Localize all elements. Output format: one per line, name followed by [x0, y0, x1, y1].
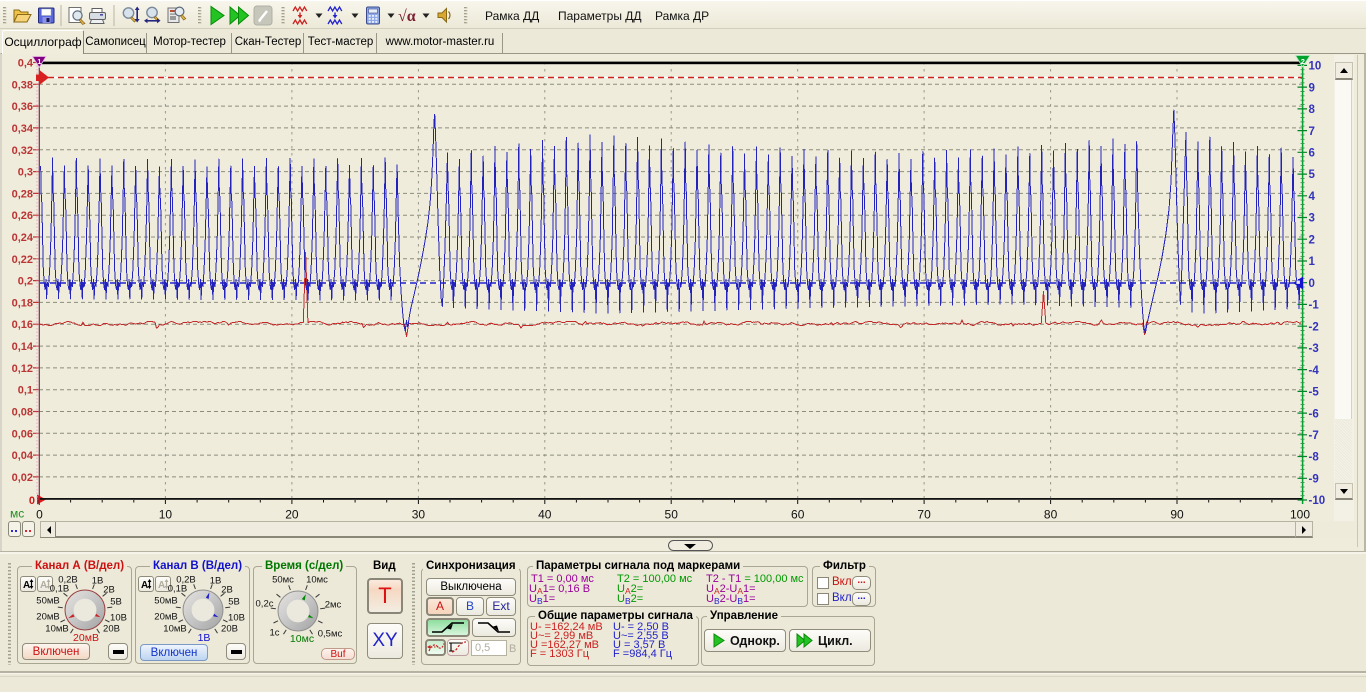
svg-text:0: 0 [36, 508, 43, 522]
svg-text:-7: -7 [1309, 430, 1319, 442]
svg-text:0,12: 0,12 [12, 363, 33, 375]
svg-text:2: 2 [1309, 234, 1315, 246]
svg-text:0,28: 0,28 [12, 188, 33, 200]
svg-text:0,32: 0,32 [12, 145, 33, 157]
svg-text:0,16: 0,16 [12, 319, 33, 331]
svg-text:A: A [40, 580, 47, 591]
svg-text:0,3: 0,3 [18, 167, 33, 179]
svg-text:0,18: 0,18 [12, 297, 33, 309]
svg-text:4: 4 [1309, 191, 1316, 203]
svg-text:3: 3 [1309, 213, 1315, 225]
svg-text:0,08: 0,08 [12, 407, 33, 419]
svg-text:100: 100 [1290, 508, 1310, 522]
svg-text:0,4: 0,4 [18, 58, 34, 70]
svg-text:-5: -5 [1309, 387, 1320, 399]
svg-text:2: 2 [1301, 57, 1305, 66]
svg-text:0,34: 0,34 [12, 123, 34, 135]
svg-text:1: 1 [37, 57, 41, 66]
svg-text:40: 40 [538, 508, 552, 522]
svg-text:A: A [23, 580, 30, 591]
svg-text:-3: -3 [1309, 343, 1319, 355]
svg-text:0,1: 0,1 [18, 385, 33, 397]
svg-text:8: 8 [1309, 104, 1316, 116]
svg-text:30: 30 [412, 508, 426, 522]
svg-text:0,22: 0,22 [12, 254, 33, 266]
svg-text:0,2: 0,2 [18, 276, 33, 288]
svg-text:0,14: 0,14 [12, 341, 34, 353]
svg-text:0: 0 [1309, 278, 1315, 290]
svg-text:10: 10 [159, 508, 173, 522]
svg-text:мс: мс [10, 507, 24, 521]
svg-text:0: 0 [29, 495, 35, 507]
svg-text:0,26: 0,26 [12, 210, 33, 222]
svg-text:A: A [158, 580, 165, 591]
svg-text:-1: -1 [1309, 300, 1320, 312]
svg-text:-10: -10 [1309, 495, 1326, 507]
svg-text:10: 10 [1309, 61, 1322, 73]
svg-text:9: 9 [1309, 82, 1315, 94]
svg-text:7: 7 [1309, 126, 1315, 138]
svg-text:A: A [141, 580, 148, 591]
svg-text:90: 90 [1170, 508, 1184, 522]
svg-text:6: 6 [1309, 148, 1315, 160]
svg-text:80: 80 [1044, 508, 1058, 522]
svg-text:0,02: 0,02 [12, 472, 33, 484]
svg-text:-6: -6 [1309, 408, 1319, 420]
svg-text:-2: -2 [1309, 321, 1319, 333]
svg-text:60: 60 [791, 508, 805, 522]
svg-text:0,38: 0,38 [12, 79, 33, 91]
svg-text:0,36: 0,36 [12, 101, 33, 113]
svg-text:0,06: 0,06 [12, 428, 33, 440]
svg-text:5: 5 [1309, 169, 1316, 181]
svg-text:0,24: 0,24 [12, 232, 34, 244]
svg-text:-8: -8 [1309, 452, 1320, 464]
svg-text:0,04: 0,04 [12, 450, 34, 462]
svg-text:50: 50 [665, 508, 679, 522]
svg-text:20: 20 [285, 508, 299, 522]
svg-text:-4: -4 [1309, 365, 1320, 377]
svg-text:-9: -9 [1309, 474, 1319, 486]
svg-text:1: 1 [1309, 256, 1316, 268]
svg-text:70: 70 [917, 508, 931, 522]
